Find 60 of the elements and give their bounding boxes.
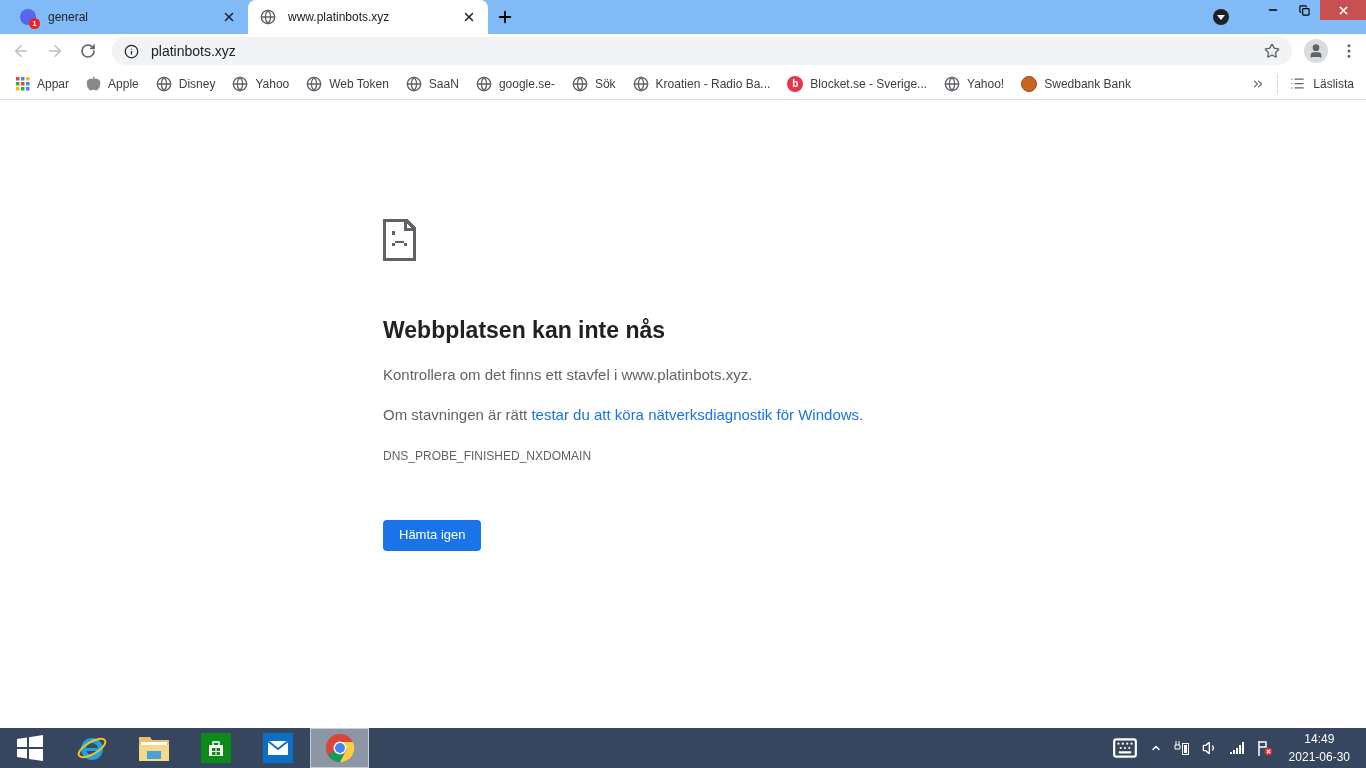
reading-list-button[interactable]: Läslista — [1290, 74, 1354, 93]
notification-badge: 1 — [29, 18, 40, 29]
store-icon — [200, 733, 231, 763]
tab-title: general — [48, 9, 90, 26]
tab-search-icon[interactable] — [1213, 9, 1229, 25]
suggestion-text: Om stavningen är rätt testar du att köra nätverksdiagnostik för Windows. — [383, 405, 865, 425]
bookmark-item[interactable]: Web Token — [306, 74, 389, 93]
globe-icon — [475, 75, 492, 92]
bookmark-item[interactable]: Yahoo — [232, 74, 290, 93]
globe-icon — [232, 75, 249, 92]
error-message: Kontrollera om det finns ett stavfel i www.platinbots.xyz. — [383, 364, 754, 385]
globe-icon — [571, 75, 588, 92]
windows-logo-icon — [16, 735, 43, 761]
error-code: DNS_PROBE_FINISHED_NXDOMAIN — [383, 447, 593, 465]
close-icon[interactable] — [462, 10, 476, 24]
bookmark-star-icon[interactable] — [1264, 43, 1280, 59]
bookmark-item[interactable]: Yahoo! — [944, 74, 1005, 93]
bookmark-item[interactable]: Disney — [155, 74, 216, 93]
globe-icon — [405, 75, 422, 92]
profile-avatar[interactable] — [1304, 39, 1328, 63]
bookmark-item[interactable]: SaaN — [405, 74, 459, 93]
keyboard-icon[interactable] — [1111, 735, 1138, 761]
reload-icon[interactable] — [80, 43, 96, 59]
sad-page-icon — [383, 219, 416, 261]
close-window-button[interactable] — [1320, 0, 1366, 20]
globe-icon — [632, 75, 649, 92]
info-icon — [124, 43, 139, 59]
tab-title: www.platinbots.xyz — [288, 9, 391, 26]
flag-alert-icon[interactable] — [1256, 740, 1273, 756]
clock-date[interactable]: 2021-06-30 — [1288, 748, 1350, 766]
new-tab-icon[interactable] — [496, 8, 514, 26]
list-icon — [1290, 76, 1306, 91]
address-bar[interactable]: platinbots.xyz — [112, 37, 1292, 65]
globe-icon — [306, 75, 323, 92]
bookmark-item[interactable]: Appar — [16, 74, 70, 93]
signal-icon[interactable] — [1229, 742, 1245, 754]
chrome-logo-icon — [324, 733, 355, 763]
bookmark-item[interactable]: google.se- — [475, 74, 555, 93]
blocket-logo: b — [787, 75, 804, 92]
close-icon[interactable] — [222, 10, 236, 24]
browser-tab[interactable]: 1 general — [8, 0, 248, 34]
apps-grid-icon — [16, 76, 30, 91]
mail-icon — [262, 733, 293, 763]
globe-icon — [944, 75, 961, 92]
browser-tab[interactable]: www.platinbots.xyz — [248, 0, 488, 34]
bookmark-item[interactable]: b Blocket.se - Sverige... — [787, 74, 928, 93]
bookmark-item[interactable]: Sök — [571, 74, 616, 93]
globe-icon — [260, 9, 276, 25]
clock-time[interactable]: 14:49 — [1304, 730, 1335, 748]
url-text: platinbots.xyz — [151, 41, 237, 61]
reload-button[interactable]: Hämta igen — [383, 519, 482, 551]
globe-icon — [155, 75, 172, 92]
bookmark-item[interactable]: Kroatien - Radio Ba... — [632, 74, 771, 93]
close-icon — [1336, 3, 1350, 17]
bookmark-item[interactable]: Apple — [86, 74, 139, 93]
restore-icon[interactable] — [1299, 4, 1310, 16]
bookmark-item[interactable]: Swedbank Bank — [1021, 74, 1131, 93]
apple-icon — [86, 76, 102, 91]
error-title: Webbplatsen kan inte nås — [383, 316, 667, 345]
battery-icon[interactable] — [1173, 740, 1190, 756]
